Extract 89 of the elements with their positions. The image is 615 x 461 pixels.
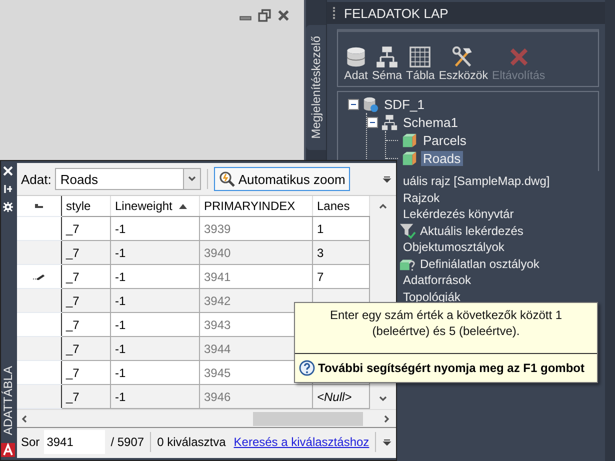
row-number-field[interactable]: 3941	[44, 430, 105, 454]
settings-icon[interactable]	[3, 202, 13, 212]
table-cell: -1	[115, 270, 126, 284]
panel-title: ADATTÁBLA	[1, 366, 15, 435]
table-cell: _7	[66, 222, 80, 236]
table-cell: 3942	[204, 294, 231, 308]
row-total: / 5907	[110, 435, 144, 449]
palette-title: FELADATOK LAP	[344, 6, 448, 20]
zoom-button[interactable]: Automatikus zoom	[214, 167, 350, 191]
table-cell: -1	[115, 294, 126, 308]
list-item[interactable]: Aktuális lekérdezés	[420, 224, 524, 238]
pencil-icon	[33, 274, 45, 280]
column-header[interactable]: style	[62, 196, 110, 216]
scroll-down-icon[interactable]	[378, 394, 388, 404]
table-cell: -1	[115, 318, 126, 332]
tree-item[interactable]: Parcels	[421, 132, 468, 148]
hierarchy-icon	[381, 114, 398, 130]
tooltip-text: Enter egy szám érték a következők között 1 (beleértve) és 5 (beleértve).	[295, 303, 597, 354]
column-header[interactable]: PRIMARYINDEX	[200, 196, 312, 216]
table-cell: 3	[317, 246, 324, 260]
collapse-toggle[interactable]	[348, 98, 359, 110]
table-cell: 3943	[204, 318, 231, 332]
table-cell: -1	[115, 342, 126, 356]
table-icon	[408, 45, 432, 69]
list-item[interactable]: uális rajz [SampleMap.dwg]	[403, 174, 550, 188]
table-cell: _7	[66, 270, 80, 284]
table-cell: _7	[66, 246, 80, 260]
column-header[interactable]: Lanes	[312, 196, 370, 216]
table-cell: 3944	[204, 342, 231, 356]
selection-count: 0 kiválasztva	[157, 435, 226, 449]
collapse-toggle[interactable]	[367, 116, 378, 128]
scroll-up-icon[interactable]	[378, 201, 388, 211]
table-cell: 1	[317, 222, 324, 236]
table-cell: -1	[115, 366, 126, 380]
table-cell: _7	[66, 366, 80, 380]
cube-icon	[401, 132, 418, 148]
auto-hide-icon[interactable]	[3, 184, 13, 194]
table-cell: 3946	[204, 390, 231, 404]
select-all-icon[interactable]	[34, 203, 44, 209]
table-cell: 3945	[204, 366, 231, 380]
table-cell: _7	[66, 342, 80, 356]
table-cell: 3939	[204, 222, 231, 236]
toolbar-button[interactable]: Tábla	[406, 45, 435, 82]
filter-icon	[399, 222, 416, 240]
table-cell: 7	[317, 270, 324, 284]
sort-up-icon	[178, 203, 188, 209]
table-cell: _7	[66, 318, 80, 332]
app-logo-icon	[1, 443, 15, 457]
toolbar-button[interactable]: Eszközök	[438, 45, 488, 82]
row-label: Sor	[21, 435, 40, 449]
row-header[interactable]	[17, 264, 62, 288]
table-cell: <Null>	[317, 390, 352, 404]
database-icon	[344, 45, 368, 69]
help-hint: További segítségért nyomja meg az F1 gombot	[318, 361, 584, 376]
close-icon[interactable]	[277, 9, 290, 22]
table-cell: _7	[66, 294, 80, 308]
column-header[interactable]: Lineweight	[110, 196, 200, 216]
scroll-left-icon[interactable]	[19, 414, 29, 424]
table-cell: -1	[115, 246, 126, 260]
restore-icon[interactable]	[258, 9, 271, 22]
find-selection-link[interactable]: Keresés a kiválasztáshoz	[234, 435, 370, 449]
tree-item[interactable]: Roads	[421, 150, 463, 166]
chevron-down-icon	[187, 174, 198, 184]
tree-item[interactable]: SDF_1	[382, 96, 426, 112]
toolbar-button[interactable]: Séma	[372, 45, 402, 82]
table-cell: -1	[115, 390, 126, 404]
hierarchy-icon	[375, 45, 400, 69]
side-tab[interactable]: Megjelenítéskezelő	[306, 25, 326, 150]
table-cell: _7	[66, 390, 80, 404]
list-item[interactable]: Objektumosztályok	[403, 240, 504, 254]
table-cell: -1	[115, 222, 126, 236]
list-item[interactable]: Rajzok	[403, 190, 440, 205]
list-item[interactable]: Topológiák	[403, 290, 460, 304]
data-dropdown[interactable]: Roads	[55, 168, 202, 190]
scrollbar-thumb[interactable]	[253, 412, 363, 426]
toolbar-button[interactable]: Adat	[344, 45, 368, 82]
tree-item[interactable]: Schema1	[401, 114, 460, 130]
cube-icon	[401, 150, 418, 166]
list-item[interactable]: Lekérdezés könyvtár	[403, 207, 514, 222]
table-cell: 3940	[204, 246, 231, 260]
list-item[interactable]: Adatforrások	[403, 273, 472, 288]
overflow-icon[interactable]	[382, 174, 392, 184]
table-cell: 3941	[204, 270, 231, 284]
overflow-icon[interactable]	[382, 437, 392, 447]
help-icon	[299, 360, 315, 376]
magnifier-icon	[219, 171, 236, 187]
list-item[interactable]: Definiálatlan osztályok	[420, 256, 540, 271]
data-label: Adat:	[21, 172, 52, 186]
database-icon	[362, 96, 379, 112]
